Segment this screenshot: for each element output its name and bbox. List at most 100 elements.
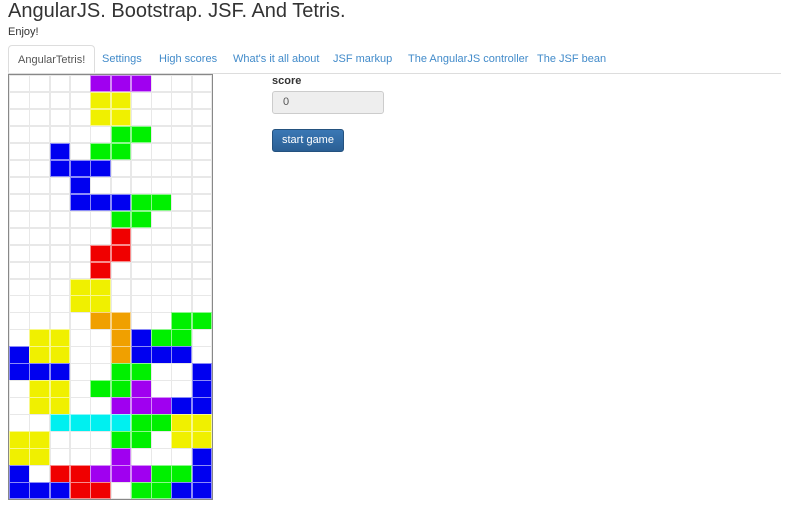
empty-cell [90, 227, 111, 246]
empty-cell [49, 244, 71, 263]
tab-jsf-bean[interactable]: The JSF bean [537, 45, 606, 72]
empty-cell [9, 75, 30, 93]
tetris-block [130, 482, 152, 500]
tetris-block [69, 278, 91, 296]
empty-cell [191, 261, 213, 279]
tetris-block [9, 431, 30, 449]
tetris-block [110, 448, 132, 466]
empty-cell [69, 363, 91, 381]
tetris-block [110, 431, 132, 449]
tetris-block [191, 380, 213, 398]
tab-settings[interactable]: Settings [102, 45, 142, 72]
tetris-block [110, 329, 132, 347]
empty-cell [130, 261, 152, 279]
empty-cell [9, 261, 30, 279]
tetris-block [110, 363, 132, 381]
empty-cell [90, 448, 111, 466]
empty-cell [130, 91, 152, 110]
tetris-block [29, 397, 51, 415]
empty-cell [69, 431, 91, 449]
tetris-block [49, 363, 71, 381]
empty-cell [110, 159, 132, 178]
empty-cell [69, 227, 91, 246]
tetris-block [90, 108, 111, 127]
empty-cell [171, 193, 193, 212]
empty-cell [9, 159, 30, 178]
empty-cell [191, 210, 213, 229]
tab-high-scores[interactable]: High scores [159, 45, 217, 72]
empty-cell [49, 193, 71, 212]
tetris-block [130, 125, 152, 144]
start-game-button[interactable]: start game [272, 129, 344, 152]
empty-cell [171, 363, 193, 381]
empty-cell [191, 295, 213, 313]
empty-cell [49, 448, 71, 466]
empty-cell [151, 380, 172, 398]
empty-cell [191, 125, 213, 144]
empty-cell [29, 125, 51, 144]
empty-cell [90, 397, 111, 415]
tetris-block [191, 363, 213, 381]
empty-cell [29, 312, 51, 330]
empty-cell [69, 108, 91, 127]
empty-cell [9, 91, 30, 110]
tetris-block [171, 414, 193, 432]
empty-cell [69, 346, 91, 364]
empty-cell [110, 482, 132, 500]
tetris-block [69, 465, 91, 483]
tetris-block [49, 414, 71, 432]
tetris-block [29, 329, 51, 347]
empty-cell [49, 431, 71, 449]
tetris-block [49, 142, 71, 161]
empty-cell [130, 108, 152, 127]
empty-cell [49, 278, 71, 296]
tab-angularjs-controller[interactable]: The AngularJS controller [408, 45, 528, 72]
empty-cell [9, 125, 30, 144]
empty-cell [49, 312, 71, 330]
tetris-block [110, 346, 132, 364]
tab-whats-it-all-about[interactable]: What's it all about [233, 45, 319, 72]
tetris-block [90, 159, 111, 178]
empty-cell [171, 108, 193, 127]
empty-cell [29, 142, 51, 161]
tetris-block [151, 465, 172, 483]
tetris-block [171, 465, 193, 483]
empty-cell [191, 346, 213, 364]
tetris-block [9, 482, 30, 500]
empty-cell [9, 244, 30, 263]
tetris-block [29, 482, 51, 500]
empty-cell [110, 261, 132, 279]
tetris-block [171, 431, 193, 449]
empty-cell [151, 312, 172, 330]
empty-cell [9, 295, 30, 313]
empty-cell [171, 176, 193, 195]
empty-cell [171, 380, 193, 398]
tetris-block [90, 482, 111, 500]
tetris-block [191, 414, 213, 432]
empty-cell [191, 176, 213, 195]
empty-cell [151, 91, 172, 110]
tetris-block [110, 312, 132, 330]
empty-cell [151, 75, 172, 93]
empty-cell [151, 295, 172, 313]
empty-cell [90, 176, 111, 195]
empty-cell [110, 278, 132, 296]
empty-cell [69, 380, 91, 398]
tab-jsf-markup[interactable]: JSF markup [333, 45, 392, 72]
empty-cell [9, 312, 30, 330]
empty-cell [29, 227, 51, 246]
tab-angulartetris[interactable]: AngularTetris! [8, 45, 96, 73]
tetris-block [90, 414, 111, 432]
empty-cell [151, 448, 172, 466]
empty-cell [69, 244, 91, 263]
tetris-block [191, 397, 213, 415]
empty-cell [171, 244, 193, 263]
tetris-board[interactable] [8, 74, 213, 500]
empty-cell [191, 159, 213, 178]
tetris-block [9, 363, 30, 381]
tetris-block [151, 397, 172, 415]
empty-cell [29, 193, 51, 212]
tetris-block [90, 312, 111, 330]
empty-cell [90, 431, 111, 449]
empty-cell [171, 91, 193, 110]
